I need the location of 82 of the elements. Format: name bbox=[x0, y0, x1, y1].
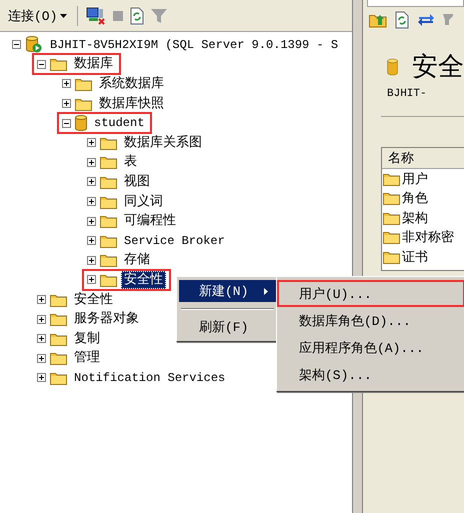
menu-item[interactable]: 应用程序角色(A)... bbox=[277, 334, 464, 361]
expand-toggle[interactable] bbox=[87, 256, 96, 265]
tree-item[interactable]: 服务器对象 bbox=[71, 310, 142, 328]
tree-item[interactable]: 数据库快照 bbox=[96, 94, 167, 113]
tree-item[interactable]: 数据库关系图 bbox=[121, 134, 205, 152]
folder-icon bbox=[100, 194, 117, 209]
menu-item[interactable]: 架构(S)... bbox=[277, 361, 464, 388]
list-item[interactable]: 用户 bbox=[382, 169, 464, 188]
folder-icon bbox=[50, 370, 67, 385]
list-item[interactable]: 角色 bbox=[382, 188, 464, 208]
folder-icon bbox=[100, 253, 117, 268]
tree-item[interactable]: Service Broker bbox=[121, 232, 228, 250]
tree-item[interactable]: 同义词 bbox=[121, 192, 166, 211]
tree-item[interactable]: BJHIT-8V5H2XI9M (SQL Server 9.0.1399 - S bbox=[47, 36, 342, 54]
tree-item[interactable]: 视图 bbox=[121, 172, 153, 191]
disconnect-icon[interactable] bbox=[86, 6, 106, 24]
expand-toggle[interactable] bbox=[62, 79, 71, 88]
expand-toggle[interactable] bbox=[37, 354, 46, 363]
tree-item[interactable]: student bbox=[91, 114, 148, 132]
expand-toggle[interactable] bbox=[37, 314, 46, 324]
server-name: BJHIT- bbox=[386, 87, 428, 100]
collapse-toggle[interactable] bbox=[12, 40, 21, 50]
server-icon bbox=[25, 36, 43, 54]
folder-icon bbox=[75, 76, 92, 91]
connect-button[interactable]: 连接(O) bbox=[6, 4, 70, 26]
folder-icon bbox=[383, 230, 400, 244]
menu-item[interactable]: 用户(U)... bbox=[277, 280, 464, 307]
folder-icon bbox=[100, 174, 117, 189]
refresh-icon[interactable] bbox=[130, 6, 144, 24]
tree-item[interactable]: 存储 bbox=[121, 251, 153, 270]
sync-icon[interactable] bbox=[417, 12, 435, 28]
expand-toggle[interactable] bbox=[37, 373, 46, 382]
tree-item[interactable]: 复制 bbox=[71, 330, 103, 348]
menu-item[interactable]: 刷新(F) bbox=[179, 316, 276, 338]
tree-item[interactable]: 可编程性 bbox=[121, 212, 179, 230]
list-item[interactable]: 架构 bbox=[382, 208, 464, 228]
expand-toggle[interactable] bbox=[62, 99, 71, 108]
folder-icon bbox=[50, 312, 67, 326]
tree-item[interactable]: 安全性 bbox=[71, 290, 116, 309]
folder-icon bbox=[75, 96, 92, 111]
list-item[interactable]: 非对称密 bbox=[382, 228, 464, 247]
tab[interactable] bbox=[367, 0, 464, 7]
caret-icon bbox=[60, 14, 68, 18]
folder-icon bbox=[50, 57, 67, 72]
expand-toggle[interactable] bbox=[87, 216, 96, 226]
menu-item[interactable]: 新建(N) bbox=[179, 280, 276, 302]
page-title: 安全 bbox=[412, 51, 464, 84]
tree-item[interactable]: 表 bbox=[121, 153, 140, 172]
expand-toggle[interactable] bbox=[87, 138, 96, 148]
folder-icon bbox=[383, 250, 400, 264]
tree-item[interactable]: 数据库 bbox=[71, 55, 116, 74]
expand-toggle[interactable] bbox=[87, 197, 96, 206]
folder-icon bbox=[50, 292, 67, 307]
tree-item[interactable]: Notification Services bbox=[71, 368, 228, 387]
folder-icon bbox=[100, 272, 117, 287]
expand-toggle[interactable] bbox=[37, 295, 46, 304]
collapse-toggle[interactable] bbox=[37, 60, 46, 69]
refresh-icon[interactable] bbox=[395, 11, 409, 29]
expand-toggle[interactable] bbox=[87, 275, 96, 284]
expand-toggle[interactable] bbox=[87, 158, 96, 167]
collapse-toggle[interactable] bbox=[62, 118, 71, 128]
folder-icon bbox=[383, 172, 400, 186]
folder-icon bbox=[50, 351, 67, 366]
list-item[interactable]: 证书 bbox=[382, 247, 464, 266]
folder-icon bbox=[100, 214, 117, 228]
menu-item[interactable]: 数据库角色(D)... bbox=[277, 307, 464, 334]
column-header[interactable]: 名称 bbox=[382, 148, 464, 169]
tree-item[interactable]: 管理 bbox=[71, 349, 103, 368]
submenu-arrow-icon bbox=[264, 288, 268, 294]
database-icon bbox=[75, 115, 87, 132]
folder-icon bbox=[383, 191, 400, 206]
folder-up-icon[interactable] bbox=[369, 12, 387, 28]
folder-icon bbox=[100, 155, 117, 170]
folder-icon bbox=[100, 234, 117, 248]
folder-icon bbox=[50, 332, 67, 346]
expand-toggle[interactable] bbox=[37, 334, 46, 344]
folder-icon bbox=[100, 136, 117, 150]
expand-toggle[interactable] bbox=[87, 236, 96, 246]
tree-item[interactable]: 系统数据库 bbox=[96, 74, 167, 93]
expand-toggle[interactable] bbox=[87, 177, 96, 186]
tree-item[interactable]: 安全性 bbox=[121, 270, 166, 289]
folder-icon bbox=[383, 210, 400, 225]
